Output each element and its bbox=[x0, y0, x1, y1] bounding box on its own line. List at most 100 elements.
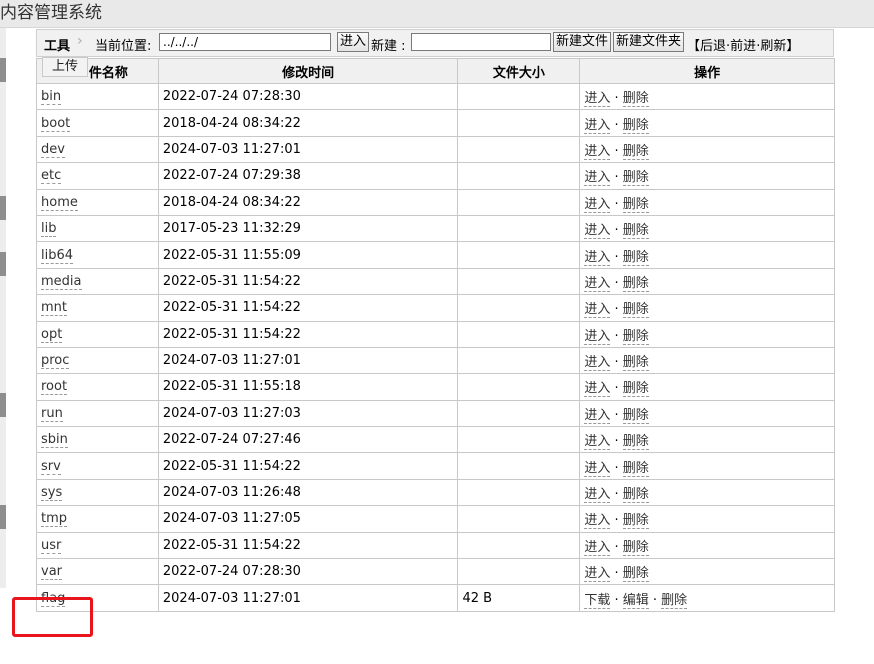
modified-time-cell: 2017-05-23 11:32:29 bbox=[157, 214, 459, 243]
file-name-cell: lib64 bbox=[36, 241, 159, 269]
actions-cell: 进入 · 删除 bbox=[579, 558, 835, 586]
file-name-cell: proc bbox=[36, 346, 159, 375]
actions-cell: 进入 · 删除 bbox=[579, 505, 835, 533]
row-action-2[interactable]: 删除 bbox=[622, 196, 649, 213]
header-actions: 操作 bbox=[579, 58, 835, 84]
row-action-2[interactable]: 删除 bbox=[622, 513, 649, 530]
row-action-1[interactable]: 进入 bbox=[584, 460, 611, 477]
upload-tab[interactable]: 上传 bbox=[42, 57, 88, 77]
row-action-2[interactable]: 删除 bbox=[622, 275, 649, 292]
modified-time-cell: 2024-07-03 11:27:05 bbox=[157, 505, 459, 533]
row-action-1[interactable]: 进入 bbox=[584, 513, 611, 530]
file-name-cell: opt bbox=[36, 320, 159, 348]
row-action-2[interactable]: 编辑 bbox=[622, 592, 649, 609]
enter-button[interactable]: 进入 bbox=[337, 32, 370, 52]
row-action-2[interactable]: 删除 bbox=[622, 434, 649, 451]
row-action-1[interactable]: 进入 bbox=[584, 566, 611, 583]
file-name-link[interactable]: lib bbox=[41, 221, 57, 238]
modified-time-cell: 2022-07-24 07:27:46 bbox=[157, 426, 459, 454]
table-row: srv 2022-05-31 11:54:22 进入 · 删除 bbox=[36, 452, 835, 480]
row-action-1[interactable]: 进入 bbox=[584, 249, 611, 266]
file-name-link[interactable]: srv bbox=[41, 458, 61, 475]
row-action-1[interactable]: 进入 bbox=[584, 355, 611, 372]
row-action-1[interactable]: 进入 bbox=[584, 223, 611, 240]
row-action-1[interactable]: 进入 bbox=[584, 170, 611, 187]
row-action-1[interactable]: 进入 bbox=[584, 117, 611, 134]
row-action-1[interactable]: 进入 bbox=[584, 434, 611, 451]
row-action-1[interactable]: 进入 bbox=[584, 302, 611, 319]
new-folder-button[interactable]: 新建文件夹 bbox=[613, 32, 685, 52]
row-action-1[interactable]: 进入 bbox=[584, 381, 611, 398]
app-title: 内容管理系统 bbox=[0, 3, 102, 23]
file-size-cell bbox=[457, 294, 581, 322]
file-name-link[interactable]: run bbox=[41, 405, 63, 422]
row-action-2[interactable]: 删除 bbox=[622, 407, 649, 424]
sidebar-marker bbox=[0, 196, 6, 220]
row-action-2[interactable]: 删除 bbox=[622, 566, 649, 583]
file-name-cell: home bbox=[36, 188, 159, 216]
forward-link[interactable]: 前进 bbox=[730, 39, 756, 54]
file-name-link[interactable]: usr bbox=[41, 537, 62, 554]
row-action-2[interactable]: 删除 bbox=[622, 223, 649, 240]
file-name-link[interactable]: mnt bbox=[41, 300, 67, 317]
row-action-1[interactable]: 进入 bbox=[584, 487, 611, 504]
file-name-link[interactable]: var bbox=[41, 564, 63, 581]
table-row: lib 2017-05-23 11:32:29 进入 · 删除 bbox=[36, 214, 835, 243]
file-name-cell: boot bbox=[36, 109, 159, 137]
row-action-3[interactable]: 删除 bbox=[661, 592, 688, 609]
file-name-link[interactable]: home bbox=[41, 194, 78, 211]
row-action-1[interactable]: 进入 bbox=[584, 407, 611, 424]
row-action-2[interactable]: 删除 bbox=[622, 117, 649, 134]
row-action-2[interactable]: 删除 bbox=[622, 91, 649, 108]
sidebar-marker bbox=[0, 252, 6, 276]
file-name-link[interactable]: tmp bbox=[41, 511, 68, 528]
row-action-2[interactable]: 删除 bbox=[622, 355, 649, 372]
modified-time-cell: 2024-07-03 11:27:03 bbox=[157, 399, 459, 428]
actions-cell: 进入 · 删除 bbox=[579, 135, 835, 164]
new-file-button[interactable]: 新建文件 bbox=[553, 32, 612, 52]
row-action-1[interactable]: 下载 bbox=[584, 592, 611, 609]
row-action-2[interactable]: 删除 bbox=[622, 539, 649, 556]
new-name-input[interactable] bbox=[411, 33, 551, 51]
file-size-cell bbox=[457, 373, 581, 401]
file-name-link[interactable]: bin bbox=[41, 89, 62, 106]
back-link[interactable]: 后退 bbox=[700, 39, 726, 54]
table-row: sbin 2022-07-24 07:27:46 进入 · 删除 bbox=[36, 426, 835, 454]
row-action-1[interactable]: 进入 bbox=[584, 275, 611, 292]
file-name-link[interactable]: etc bbox=[41, 168, 62, 185]
row-action-1[interactable]: 进入 bbox=[584, 328, 611, 345]
refresh-link[interactable]: 刷新 bbox=[760, 39, 786, 54]
row-action-2[interactable]: 删除 bbox=[622, 328, 649, 345]
modified-time-cell: 2024-07-03 11:27:01 bbox=[157, 346, 459, 375]
nav-bracket-close: 】 bbox=[786, 39, 800, 54]
row-action-2[interactable]: 删除 bbox=[622, 487, 649, 504]
table-row: run 2024-07-03 11:27:03 进入 · 删除 bbox=[36, 399, 835, 428]
file-name-link[interactable]: sys bbox=[41, 485, 63, 502]
row-action-1[interactable]: 进入 bbox=[584, 539, 611, 556]
table-row: root 2022-05-31 11:55:18 进入 · 删除 bbox=[36, 373, 835, 401]
table-row: sys 2024-07-03 11:26:48 进入 · 删除 bbox=[36, 478, 835, 507]
row-action-2[interactable]: 删除 bbox=[622, 381, 649, 398]
file-size-cell bbox=[457, 188, 581, 216]
row-action-2[interactable]: 删除 bbox=[622, 460, 649, 477]
file-name-link[interactable]: media bbox=[41, 273, 82, 290]
row-action-1[interactable]: 进入 bbox=[584, 196, 611, 213]
file-name-link[interactable]: dev bbox=[41, 141, 65, 158]
row-action-2[interactable]: 删除 bbox=[622, 143, 649, 160]
row-action-1[interactable]: 进入 bbox=[584, 143, 611, 160]
row-action-2[interactable]: 删除 bbox=[622, 249, 649, 266]
file-name-link[interactable]: root bbox=[41, 379, 68, 396]
path-input[interactable] bbox=[159, 33, 331, 51]
row-action-2[interactable]: 删除 bbox=[622, 170, 649, 187]
file-name-link[interactable]: opt bbox=[41, 326, 63, 343]
row-action-1[interactable]: 进入 bbox=[584, 91, 611, 108]
file-name-link[interactable]: boot bbox=[41, 115, 71, 132]
file-name-link[interactable]: proc bbox=[41, 353, 70, 370]
table-row: bin 2022-07-24 07:28:30 进入 · 删除 bbox=[36, 82, 835, 111]
file-name-cell: var bbox=[36, 558, 159, 586]
file-toolbar: 工具 › 当前位置: 进入 新建 : 新建文件 新建文件夹 【后退·前进·刷新】 bbox=[36, 29, 834, 57]
file-name-link[interactable]: sbin bbox=[41, 432, 68, 449]
row-action-2[interactable]: 删除 bbox=[622, 302, 649, 319]
file-name-link[interactable]: lib64 bbox=[41, 247, 74, 264]
app-header: 内容管理系统 bbox=[0, 0, 874, 28]
